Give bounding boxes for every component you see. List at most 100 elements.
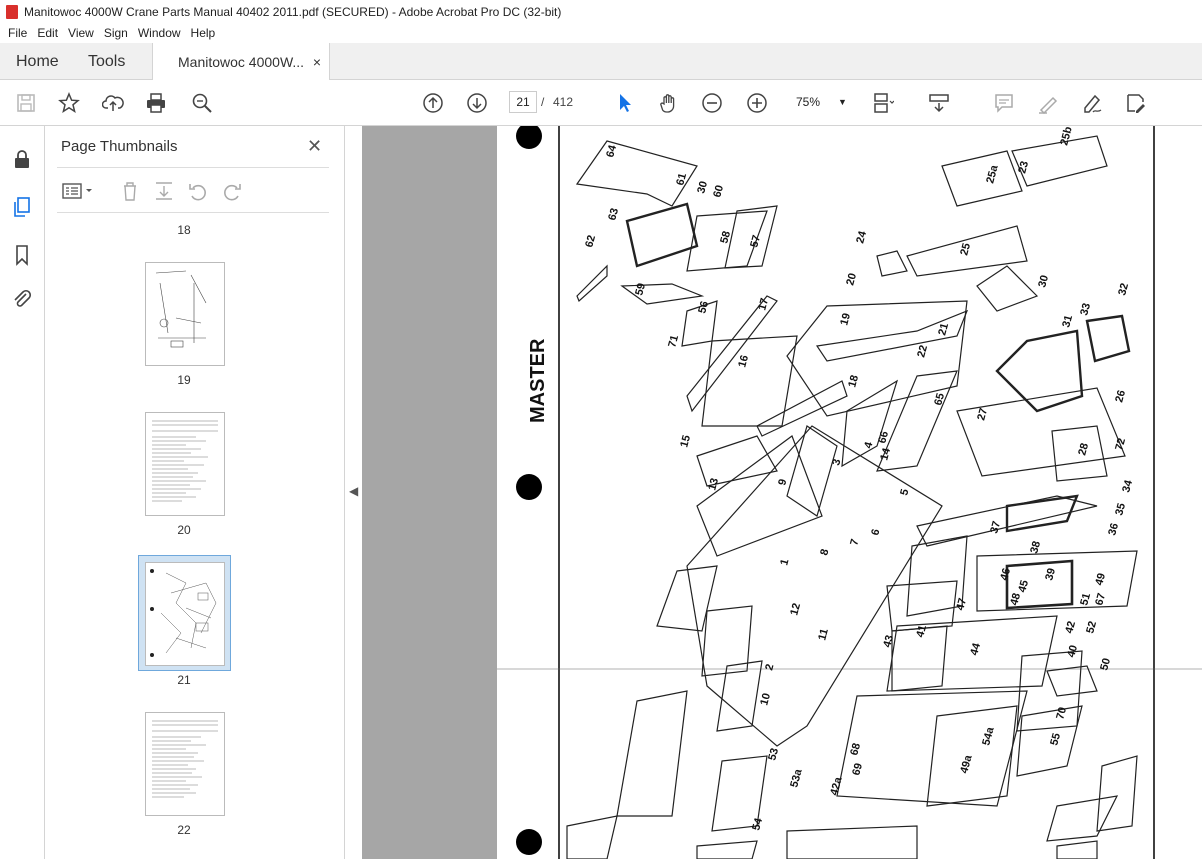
attachments-icon[interactable] [11, 288, 33, 310]
panel-divider [57, 212, 329, 213]
zoom-value: 75% [796, 95, 821, 109]
share-upload-icon[interactable] [101, 91, 125, 115]
part-number-label: 49a [958, 753, 975, 775]
print-icon[interactable] [144, 91, 168, 115]
panel-title: Page Thumbnails [61, 138, 178, 155]
lock-icon[interactable] [11, 148, 33, 170]
menu-bar: File Edit View Sign Window Help [0, 23, 1202, 43]
extract-pages-icon[interactable] [153, 180, 175, 202]
rotate-clockwise-icon[interactable] [221, 180, 243, 202]
part-number-label: 5 [898, 488, 911, 497]
tab-home[interactable]: Home [16, 43, 59, 80]
scroll-mode-icon[interactable] [927, 91, 951, 115]
previous-page-icon[interactable] [421, 91, 445, 115]
tab-close-button[interactable]: × [313, 54, 321, 70]
part-number-label: 37 [988, 520, 1003, 535]
select-cursor-icon[interactable] [613, 91, 637, 115]
panel-collapse-handle[interactable]: ◀ [345, 126, 362, 859]
menu-file[interactable]: File [8, 26, 27, 40]
delete-page-icon[interactable] [119, 180, 141, 202]
part-number-label: 6 [869, 528, 882, 537]
page-number-input[interactable]: 21 [509, 91, 537, 113]
thumbnail-label-20: 20 [177, 523, 191, 537]
part-number-label: 53 [766, 747, 781, 762]
part-number-label: 56 [696, 300, 711, 315]
thumbnail-options-icon[interactable] [61, 180, 97, 202]
menu-sign[interactable]: Sign [104, 26, 128, 40]
page-thumbnail-19[interactable] [145, 262, 225, 366]
highlight-pen-icon[interactable] [1036, 91, 1060, 115]
page-fit-icon[interactable] [871, 91, 895, 115]
rotate-counterclockwise-icon[interactable] [187, 180, 209, 202]
part-number-label: 46 [998, 567, 1013, 582]
zoom-out-icon[interactable] [700, 91, 724, 115]
part-number-label: 24 [854, 229, 869, 245]
part-number-label: 62 [583, 234, 598, 249]
left-rail [0, 126, 45, 859]
part-number-label: 45 [1016, 579, 1031, 594]
draw-sign-icon[interactable] [1080, 91, 1104, 115]
thumbnail-label-21: 21 [177, 673, 191, 687]
part-number-label: 54 [750, 816, 765, 832]
save-icon[interactable] [14, 91, 38, 115]
thumbnail-label-22: 22 [177, 823, 191, 837]
acrobat-icon [6, 4, 18, 19]
panel-close-button[interactable]: ✕ [307, 136, 322, 157]
part-number-label: 71 [666, 334, 681, 349]
part-number-label: 59 [633, 282, 648, 297]
pdf-page: MASTER 64 61 30 60 63 62 58 57 59 56 71 … [497, 126, 1202, 859]
page-total: 412 [553, 95, 574, 109]
zoom-select[interactable]: 75% ▼ [790, 91, 850, 113]
part-number-label: 28 [1076, 442, 1091, 457]
part-number-label: 61 [674, 172, 689, 187]
part-number-label: 64 [604, 143, 619, 159]
part-number-labels: 646130 606362 58 5759567117161513 9346612112… [583, 126, 1135, 832]
part-number-label: 52 [1084, 620, 1099, 635]
page-thumbnail-21[interactable] [145, 562, 225, 666]
menu-window[interactable]: Window [138, 26, 181, 40]
page-thumbnails-icon[interactable] [11, 196, 33, 218]
part-number-label: 36 [1106, 522, 1121, 537]
page-thumbnails-panel: Page Thumbnails ✕ 18 19 20 21 22 ▲ ▼ [45, 126, 381, 859]
part-number-label: 17 [756, 297, 771, 312]
part-number-label: 55 [1048, 732, 1063, 747]
part-number-label: 38 [1028, 540, 1043, 555]
next-page-icon[interactable] [465, 91, 489, 115]
part-number-label: 72 [1113, 437, 1128, 452]
part-number-label: 48 [1008, 592, 1023, 607]
document-viewer[interactable]: MASTER 64 61 30 60 63 62 58 57 59 56 71 … [362, 126, 1202, 859]
part-number-label: 3 [830, 458, 843, 467]
part-number-label: 39 [1043, 567, 1058, 582]
page-thumbnail-22[interactable] [145, 712, 225, 816]
page-thumbnail-20[interactable] [145, 412, 225, 516]
part-number-label: 7 [848, 538, 861, 547]
menu-help[interactable]: Help [191, 26, 216, 40]
part-number-label: 18 [846, 374, 861, 389]
menu-view[interactable]: View [68, 26, 94, 40]
comment-icon[interactable] [992, 91, 1016, 115]
menu-edit[interactable]: Edit [37, 26, 58, 40]
tab-document[interactable]: Manitowoc 4000W... × [152, 43, 330, 80]
bookmarks-icon[interactable] [11, 244, 33, 266]
part-number-label: 31 [1060, 314, 1075, 329]
part-number-label: 1 [778, 558, 791, 567]
thumbnail-label-18: 18 [177, 223, 191, 237]
window-title: Manitowoc 4000W Crane Parts Manual 40402… [24, 4, 562, 19]
part-number-label: 35 [1113, 502, 1128, 517]
part-number-label: 65 [932, 392, 947, 407]
master-label: MASTER [527, 338, 549, 423]
hand-tool-icon[interactable] [657, 91, 681, 115]
edit-pdf-icon[interactable] [1124, 91, 1148, 115]
part-number-label: 21 [936, 322, 951, 337]
part-number-label: 33 [1078, 302, 1093, 317]
binder-hole [516, 126, 542, 149]
zoom-in-icon[interactable] [745, 91, 769, 115]
search-zoom-icon[interactable] [190, 91, 214, 115]
bookmark-star-icon[interactable] [57, 91, 81, 115]
part-number-label: 10 [758, 692, 773, 707]
exploded-parts-diagram: MASTER 646130 606362 58 5759567117161513… [497, 126, 1202, 859]
tab-tools[interactable]: Tools [88, 43, 125, 80]
part-number-label: 19 [838, 312, 853, 327]
part-number-label: 63 [606, 207, 621, 222]
part-number-label: 12 [788, 602, 803, 617]
